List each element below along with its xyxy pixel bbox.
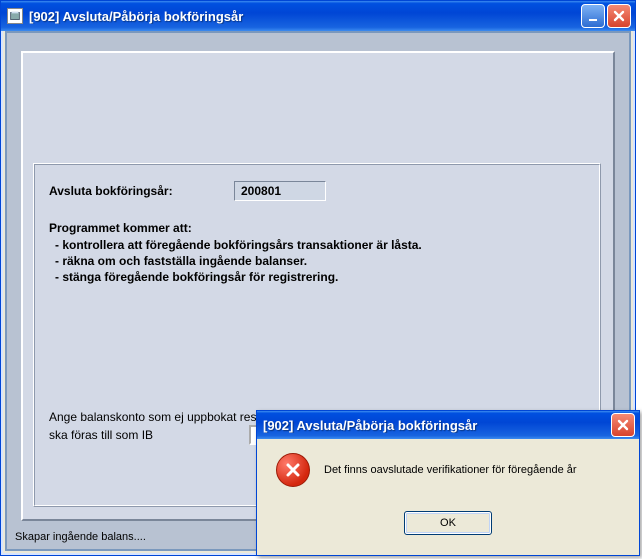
dialog-message: Det finns oavslutade verifikationer för … [324,464,577,476]
dialog-title: [902] Avsluta/Påbörja bokföringsår [263,418,611,433]
desc-line-3: - stänga föregående bokföringsår för reg… [55,269,585,285]
error-icon [276,453,310,487]
year-field: 200801 [234,181,326,201]
desc-line-2: - räkna om och fastställa ingående balan… [55,253,585,269]
close-button[interactable] [607,4,631,28]
ok-button[interactable]: OK [404,511,492,535]
dialog-titlebar[interactable]: [902] Avsluta/Påbörja bokföringsår [257,411,639,439]
dialog-close-button[interactable] [611,413,635,437]
error-dialog: [902] Avsluta/Påbörja bokföringsår Det f… [256,410,640,556]
year-label: Avsluta bokföringsår: [49,184,234,198]
dialog-body: Det finns oavslutade verifikationer för … [260,439,636,552]
ib-label-line2: ska föras till som IB [49,428,249,442]
minimize-button[interactable] [581,4,605,28]
app-icon [7,8,23,24]
desc-heading: Programmet kommer att: [49,221,585,235]
desc-line-1: - kontrollera att föregående bokföringså… [55,237,585,253]
main-titlebar[interactable]: [902] Avsluta/Påbörja bokföringsår [1,1,635,31]
window-title: [902] Avsluta/Påbörja bokföringsår [29,9,581,24]
